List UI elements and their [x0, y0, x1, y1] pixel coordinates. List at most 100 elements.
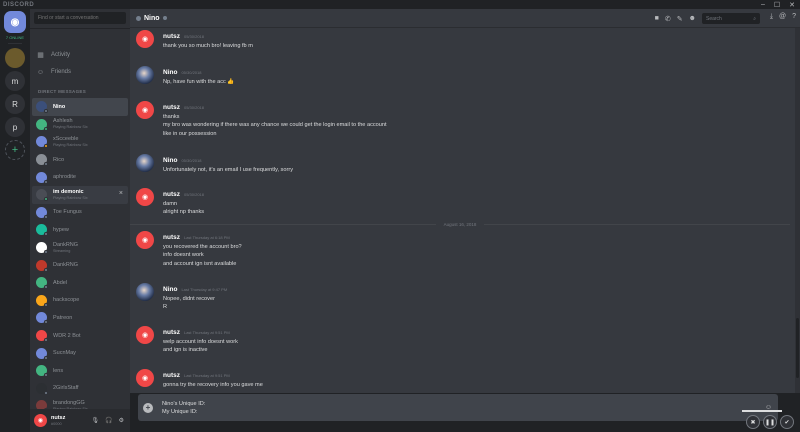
search-input[interactable]: Search ⌕	[702, 13, 760, 24]
dm-item[interactable]: aphrodite	[32, 168, 128, 186]
day-divider-label: August 16, 2018	[443, 221, 477, 227]
pause-icon: ❚❚	[764, 419, 776, 426]
close-window-icon[interactable]: ✕	[789, 1, 795, 9]
message-avatar[interactable]: ◉	[136, 231, 154, 249]
dm-name: 2GirlsStaff	[53, 385, 79, 392]
message-author[interactable]: Nino	[163, 157, 177, 164]
dm-sidebar: ▦ Activity ☺ Friends DIRECT MESSAGES Nin…	[30, 9, 130, 432]
message-author[interactable]: Nino	[163, 286, 177, 293]
dm-item[interactable]: DankRNG	[32, 256, 128, 274]
dm-item[interactable]: DankRNG Streaming	[32, 239, 128, 257]
dm-name: hackscope	[53, 297, 80, 304]
dm-item[interactable]: Rico	[32, 151, 128, 169]
mute-mic-icon[interactable]: 🎙	[92, 417, 100, 424]
overlay-progress-bar[interactable]	[742, 410, 782, 412]
message-timestamp: 05/30/2018	[183, 192, 205, 197]
add-server-button[interactable]: +	[5, 140, 25, 160]
message-avatar[interactable]	[136, 66, 154, 84]
find-conversation-input[interactable]	[34, 12, 126, 24]
dm-item[interactable]: lens	[32, 362, 128, 380]
dm-item[interactable]: Patreon	[32, 309, 128, 327]
dm-item[interactable]: Abdel	[32, 274, 128, 292]
pinned-messages-icon[interactable]: ✎	[677, 15, 683, 23]
overlay-confirm-button[interactable]: ✔	[780, 415, 794, 429]
server-icon[interactable]: R	[5, 94, 25, 114]
dm-item[interactable]: Ashlesh Playing Rainbow Six	[32, 116, 128, 134]
status-indicator	[44, 302, 48, 307]
maximize-icon[interactable]: ☐	[774, 1, 780, 9]
overlay-stop-button[interactable]: ✖	[746, 415, 760, 429]
dm-item[interactable]: im demonic Playing Rainbow Six ×	[32, 185, 128, 204]
server-icon-image[interactable]	[5, 48, 25, 68]
status-indicator	[44, 373, 48, 378]
nav-friends-label: Friends	[51, 69, 72, 75]
dm-avatar	[36, 189, 48, 202]
dm-avatar	[36, 259, 48, 272]
dm-name: aphrodite	[53, 174, 76, 181]
overlay-pause-button[interactable]: ❚❚	[763, 415, 777, 429]
user-avatar[interactable]: ◉	[34, 414, 47, 427]
dm-item[interactable]: WDR 2 Bot	[32, 327, 128, 345]
divider-line	[130, 223, 436, 225]
add-friend-icon[interactable]: ☻	[689, 15, 696, 22]
server-icon[interactable]: p	[5, 117, 25, 137]
message-author[interactable]: nutsz	[163, 372, 180, 379]
help-icon[interactable]: ?	[792, 13, 796, 21]
nav-friends[interactable]: ☺ Friends	[36, 66, 71, 78]
dm-avatar	[36, 101, 48, 114]
dm-item[interactable]: hypew	[32, 221, 128, 239]
chat-scrollbar[interactable]	[795, 28, 800, 393]
header-toolbar: ■ ✆ ✎ ☻ Search ⌕	[655, 13, 760, 24]
dm-avatar	[36, 154, 48, 167]
message-author[interactable]: nutsz	[163, 33, 180, 40]
message-avatar[interactable]	[136, 154, 154, 172]
message-group: ◉ nutsz 05/30/2018 thank you so much bro! l…	[136, 30, 253, 50]
status-indicator	[44, 250, 48, 255]
status-indicator	[44, 320, 48, 325]
home-button[interactable]: ◉	[4, 11, 26, 33]
server-icon[interactable]: m	[5, 71, 25, 91]
message-avatar[interactable]: ◉	[136, 101, 154, 119]
minimize-icon[interactable]: –	[761, 1, 765, 9]
message-author[interactable]: Nino	[163, 69, 177, 76]
nav-activity[interactable]: ▦ Activity	[36, 49, 70, 61]
message-group: ◉ nutsz Last Thursday at 6:18 PM you recove…	[136, 231, 242, 268]
video-call-icon[interactable]: ■	[655, 15, 659, 22]
settings-gear-icon[interactable]: ⚙	[119, 417, 124, 424]
message-author[interactable]: nutsz	[163, 329, 180, 336]
scrollbar-thumb[interactable]	[796, 318, 799, 378]
deafen-icon[interactable]: 🎧	[105, 417, 112, 424]
dm-item[interactable]: Nino	[32, 98, 128, 116]
message-avatar[interactable]: ◉	[136, 369, 154, 387]
day-divider: August 16, 2018	[130, 220, 790, 228]
dm-item[interactable]: hackscope	[32, 292, 128, 310]
dm-item[interactable]: 2GirlsStaff	[32, 380, 128, 398]
message-author[interactable]: nutsz	[163, 191, 180, 198]
dm-item[interactable]: Toe Fungus	[32, 204, 128, 222]
dm-name: Nino	[53, 103, 66, 110]
message-composer[interactable]: + Nino's Unique ID: My Unique ID: ☺	[138, 394, 778, 421]
message-avatar[interactable]	[136, 283, 154, 301]
search-placeholder: Search	[706, 15, 722, 22]
message-avatar[interactable]: ◉	[136, 30, 154, 48]
message-timestamp: 05/30/2018	[183, 34, 205, 39]
dm-name: Patreon	[53, 314, 73, 321]
message-text: alright np thanks	[163, 209, 205, 216]
status-indicator	[136, 15, 141, 21]
mention-icon[interactable]: @	[779, 13, 786, 21]
message-author[interactable]: nutsz	[163, 104, 180, 111]
status-indicator	[44, 232, 48, 237]
message-avatar[interactable]: ◉	[136, 188, 154, 206]
download-icon[interactable]: ⤓	[770, 13, 773, 21]
dm-activity: Playing Rainbow Six	[53, 142, 88, 147]
upload-plus-icon[interactable]: +	[143, 402, 153, 413]
dm-item[interactable]: xScceeble Playing Rainbow Six	[32, 133, 128, 151]
message-author[interactable]: nutsz	[163, 234, 180, 241]
dm-item[interactable]: SucnMay	[32, 344, 128, 362]
close-dm-icon[interactable]: ×	[119, 190, 123, 197]
voice-call-icon[interactable]: ✆	[665, 15, 671, 23]
dm-avatar	[36, 277, 48, 290]
message-timestamp: Last Thursday at 9:51 PM	[183, 330, 230, 335]
message-avatar[interactable]: ◉	[136, 326, 154, 344]
app-brand: DISCORD	[3, 1, 35, 8]
